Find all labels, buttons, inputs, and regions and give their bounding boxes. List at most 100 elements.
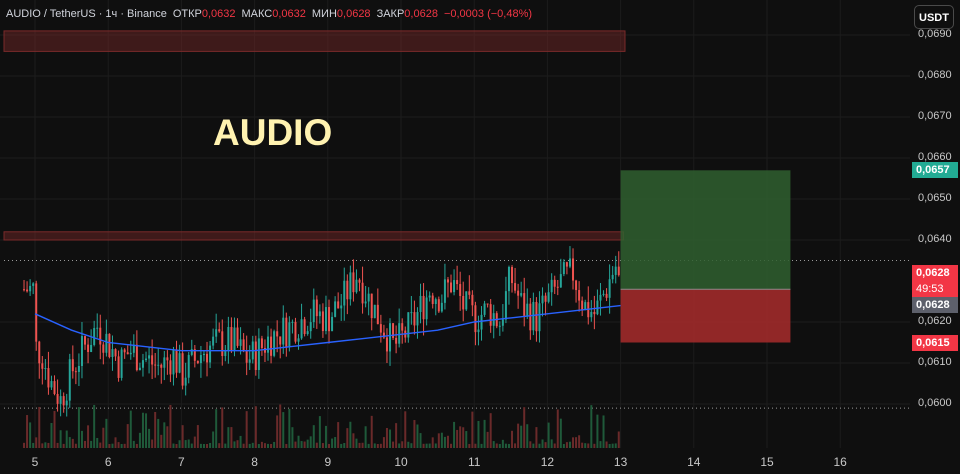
candle-body: [87, 344, 90, 352]
volume-bar: [163, 422, 166, 448]
x-tick-label: 16: [833, 455, 847, 469]
target-price-label: 0,0657: [912, 162, 958, 179]
volume-bar: [346, 428, 349, 448]
candle-body: [364, 301, 367, 304]
volume-bar: [431, 437, 434, 448]
candle-body: [398, 323, 401, 344]
candle-body: [529, 303, 532, 331]
y-tick-label: 0,0660: [918, 151, 952, 163]
currency-button[interactable]: USDT: [914, 5, 954, 29]
high-value: 0,0632: [272, 8, 306, 20]
y-tick-label: 0,0600: [918, 397, 952, 409]
volume-bar: [199, 443, 202, 448]
candle-body: [489, 304, 492, 326]
candle-body: [80, 336, 83, 367]
volume-bar: [611, 443, 614, 448]
candle-body: [35, 283, 38, 342]
volume-bar: [157, 418, 160, 448]
volume-bar: [300, 441, 303, 448]
candle-body: [254, 341, 257, 371]
volume-bar: [471, 411, 474, 448]
volume-bar: [507, 443, 510, 448]
volume-bar: [324, 425, 327, 448]
candle-body: [498, 325, 501, 327]
volume-bar: [373, 443, 376, 448]
open-label: ОТКР: [172, 8, 202, 20]
volume-bar: [605, 441, 608, 448]
volume-bar: [453, 421, 456, 448]
candle-body: [389, 323, 392, 352]
volume-bar: [526, 424, 529, 448]
candle-body: [209, 345, 212, 363]
volume-bar: [395, 423, 398, 448]
volume-bar: [47, 442, 50, 448]
candle-body: [175, 349, 178, 373]
candle-body: [102, 344, 105, 353]
candle-body: [26, 289, 29, 292]
candle-body: [425, 297, 428, 320]
volume-bar: [492, 441, 495, 448]
volume-bar: [206, 443, 209, 448]
volume-bar: [175, 443, 178, 448]
volume-bar: [413, 420, 416, 448]
candle-body: [459, 284, 462, 296]
candle-body: [242, 339, 245, 351]
candle-body: [443, 279, 446, 303]
candle-body: [172, 349, 175, 375]
volume-bar: [367, 443, 370, 448]
candle-body: [605, 293, 608, 298]
volume-bar: [340, 443, 343, 448]
price-chart[interactable]: [0, 0, 960, 474]
candle-body: [337, 301, 340, 309]
candle-body: [581, 300, 584, 310]
volume-bar: [117, 442, 120, 448]
candle-body: [215, 329, 218, 337]
candle-body: [65, 400, 68, 406]
volume-bar: [62, 443, 65, 448]
volume-bar: [279, 404, 282, 448]
candle-body: [572, 258, 575, 281]
candle-body: [117, 356, 120, 378]
candle-body: [160, 364, 163, 368]
resistance-zone: [3, 30, 626, 52]
volume-bar: [145, 413, 148, 448]
volume-bar: [321, 443, 324, 448]
volume-bar: [29, 422, 32, 448]
volume-bar: [35, 437, 38, 448]
candle-body: [218, 329, 221, 332]
volume-bar: [267, 443, 270, 448]
volume-bar: [90, 440, 93, 448]
candle-body: [47, 368, 50, 388]
volume-bar: [38, 406, 41, 448]
volume-bar: [227, 427, 230, 448]
candle-body: [169, 360, 172, 375]
chart-watermark: AUDIO: [213, 112, 333, 153]
volume-bar: [544, 442, 547, 448]
volume-bar: [74, 443, 77, 448]
volume-bar: [468, 443, 471, 448]
candle-body: [184, 377, 187, 386]
volume-bar: [572, 437, 575, 448]
candle-body: [517, 290, 520, 296]
candle-body: [553, 279, 556, 287]
candle-body: [550, 279, 553, 293]
symbol-info-bar: AUDIO / TetherUS · 1ч · Binance ОТКР0,063…: [6, 8, 538, 20]
volume-bar: [407, 441, 410, 448]
volume-bar: [84, 440, 87, 448]
volume-bar: [44, 442, 47, 448]
close-label: ЗАКР: [376, 8, 405, 20]
candle-body: [401, 323, 404, 331]
volume-bar: [489, 413, 492, 448]
volume-bar: [593, 443, 596, 448]
candle-body: [315, 299, 318, 317]
candle-body: [123, 349, 126, 353]
candle-body: [486, 303, 489, 305]
symbol-title[interactable]: AUDIO / TetherUS · 1ч · Binance: [6, 8, 167, 20]
open-value: 0,0632: [201, 8, 236, 20]
candle-body: [50, 381, 53, 388]
volume-bar: [196, 425, 199, 448]
volume-bar: [135, 443, 138, 448]
volume-bar: [68, 437, 71, 448]
volume-bar: [602, 415, 605, 448]
volume-bar: [529, 441, 532, 448]
